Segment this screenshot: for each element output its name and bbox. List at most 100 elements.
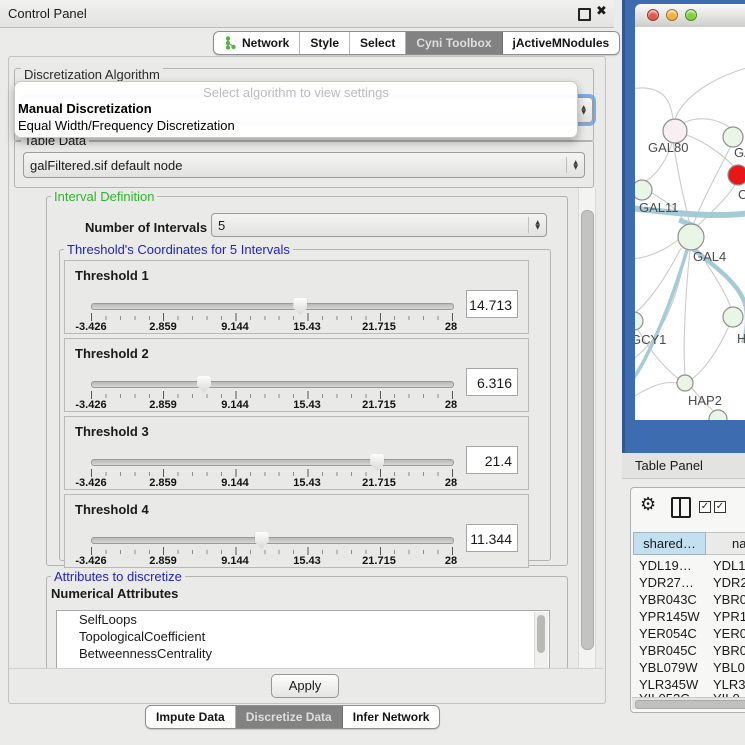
node-red-selected[interactable] <box>728 165 745 185</box>
table-row[interactable]: YBL079WYBL0 <box>631 660 745 677</box>
close-icon[interactable]: ✖ <box>596 4 607 19</box>
threshold-1-value-field[interactable]: 14.713 <box>466 290 518 318</box>
algorithm-dropdown-popup: Select algorithm to view settings Manual… <box>14 81 578 138</box>
table-data-group: Table Data galFiltered.sif default node … <box>14 140 594 188</box>
table-data-combobox[interactable]: galFiltered.sif default node ▲▼ <box>23 152 585 178</box>
svg-text:GAL80: GAL80 <box>648 140 688 155</box>
node-table-panel: ⚙ ✓ ✓ shared… na YDL19…YDL1 YDR27…YDR2 Y… <box>630 487 745 713</box>
slider-ticks <box>91 469 453 478</box>
table-horizontal-scrollbar[interactable] <box>632 697 745 709</box>
table-row[interactable]: YBR045CYBR0 <box>631 643 745 660</box>
apply-button[interactable]: Apply <box>271 674 339 698</box>
tab-style[interactable]: Style <box>300 32 350 54</box>
svg-text:H: H <box>737 331 745 346</box>
scrollbar-thumb[interactable] <box>581 210 594 650</box>
node-gcy1[interactable] <box>635 312 643 330</box>
number-of-intervals-combobox[interactable]: 5 ▲▼ <box>211 213 547 237</box>
list-item[interactable]: TopologicalCoefficient <box>57 628 549 645</box>
node-bottom[interactable] <box>709 410 727 420</box>
network-graph: GAL80 GA C GAL11 GAL4 GCY1 H HAP2 <box>635 27 745 420</box>
threshold-3-slider[interactable] <box>91 459 454 466</box>
numerical-attributes-list: SelfLoops TopologicalCoefficient Between… <box>56 610 550 670</box>
svg-text:C: C <box>738 187 745 202</box>
dropdown-item-manual-discretization[interactable]: Manual Discretization <box>18 101 152 116</box>
intervals-value: 5 <box>218 218 225 233</box>
table-panel-titlebar: Table Panel <box>622 453 745 479</box>
node-hap2[interactable] <box>677 375 693 391</box>
number-of-intervals-label: Number of Intervals <box>85 220 207 235</box>
list-item[interactable]: BetweennessCentrality <box>57 645 549 662</box>
numerical-attributes-label: Numerical Attributes <box>51 586 178 601</box>
combo-arrows-icon: ▲▼ <box>528 217 540 233</box>
node-gal11[interactable] <box>635 180 652 200</box>
bottom-tab-bar: Impute Data Discretize Data Infer Networ… <box>145 705 440 729</box>
slider-ticks <box>91 547 453 556</box>
settings-scrollbar[interactable] <box>578 188 596 668</box>
network-nodes <box>635 119 745 420</box>
columns-icon[interactable] <box>671 497 691 518</box>
interval-definition-title: Interval Definition <box>51 189 157 204</box>
threshold-4-label: Threshold 4 <box>75 502 149 517</box>
list-item[interactable]: SelfLoops <box>57 611 549 628</box>
tab-network[interactable]: Network <box>214 32 300 54</box>
threshold-1-panel: Threshold 1 -3.426 2.859 9.144 15.43 21.… <box>64 260 529 334</box>
svg-text:GA: GA <box>734 145 745 160</box>
checkbox-icon[interactable]: ✓ <box>714 501 726 513</box>
threshold-4-panel: Threshold 4 -3.426 2.859 9.144 15.43 21.… <box>64 494 529 568</box>
float-window-icon[interactable] <box>578 8 591 21</box>
threshold-3-panel: Threshold 3 -3.426 2.859 9.144 15.43 21.… <box>64 416 529 490</box>
list-scrollbar[interactable] <box>534 612 548 668</box>
tab-cyni-toolbox[interactable]: Cyni Toolbox <box>406 32 502 54</box>
tab-select[interactable]: Select <box>350 32 406 54</box>
svg-text:GAL4: GAL4 <box>693 249 726 264</box>
threshold-2-label: Threshold 2 <box>75 346 149 361</box>
mac-zoom-button[interactable] <box>685 9 697 21</box>
network-window: GAL80 GA C GAL11 GAL4 GCY1 H HAP2 <box>635 4 745 420</box>
svg-text:HAP2: HAP2 <box>688 393 722 408</box>
tab-network-label: Network <box>242 36 289 50</box>
dropdown-hint: Select algorithm to view settings <box>15 85 577 100</box>
table-row[interactable]: YBR043CYBR0 <box>631 592 745 609</box>
table-row[interactable]: YDR27…YDR2 <box>631 575 745 592</box>
table-row[interactable]: YER054CYER0 <box>631 626 745 643</box>
checkbox-icon[interactable]: ✓ <box>699 501 711 513</box>
table-row[interactable]: YDL19…YDL1 <box>631 558 745 575</box>
tab-infer-network[interactable]: Infer Network <box>343 706 440 728</box>
mac-close-button[interactable] <box>647 9 659 21</box>
table-data-selected: galFiltered.sif default node <box>30 158 182 173</box>
network-canvas[interactable]: GAL80 GA C GAL11 GAL4 GCY1 H HAP2 <box>635 27 745 420</box>
gear-icon[interactable]: ⚙ <box>640 494 656 515</box>
tab-discretize-data[interactable]: Discretize Data <box>236 706 343 728</box>
scrollbar-thumb[interactable] <box>635 700 745 709</box>
svg-text:GCY1: GCY1 <box>635 332 666 347</box>
network-icon <box>224 36 237 50</box>
threshold-2-value-field[interactable]: 6.316 <box>466 368 518 396</box>
control-panel-title: Control Panel <box>8 6 87 21</box>
threshold-4-slider[interactable] <box>91 537 454 544</box>
svg-text:GAL11: GAL11 <box>639 200 679 215</box>
node-h[interactable] <box>723 307 743 327</box>
threshold-1-label: Threshold 1 <box>75 268 149 283</box>
apply-row: Apply <box>9 668 603 702</box>
threshold-2-slider[interactable] <box>91 381 454 388</box>
attributes-group-title: Attributes to discretize <box>51 569 185 584</box>
app-root: Control Panel ✖ Network Style Select Cyn… <box>0 0 745 745</box>
mac-minimize-button[interactable] <box>666 9 678 21</box>
table-row[interactable]: YPR145WYPR1 <box>631 609 745 626</box>
top-tab-bar: Network Style Select Cyni Toolbox jActiv… <box>213 31 620 55</box>
network-node-labels: GAL80 GA C GAL11 GAL4 GCY1 H HAP2 <box>635 140 745 408</box>
threshold-3-value-field[interactable]: 21.4 <box>466 446 518 474</box>
column-header-shared[interactable]: shared… <box>633 532 706 555</box>
threshold-3-label: Threshold 3 <box>75 424 149 439</box>
dropdown-item-equal-width[interactable]: Equal Width/Frequency Discretization <box>18 118 235 133</box>
threshold-1-slider[interactable] <box>91 303 454 310</box>
thresholds-group-title: Threshold's Coordinates for 5 Intervals <box>64 242 293 257</box>
threshold-4-value-field[interactable]: 11.344 <box>466 524 518 552</box>
node-gal4[interactable] <box>678 224 704 250</box>
network-window-titlebar <box>635 4 745 28</box>
node-top-right[interactable] <box>723 127 743 147</box>
tab-jactivemnodules[interactable]: jActiveMNodules <box>503 32 620 54</box>
column-header-name[interactable]: na <box>706 532 745 555</box>
table-panel-title: Table Panel <box>635 458 703 473</box>
tab-impute-data[interactable]: Impute Data <box>146 706 236 728</box>
